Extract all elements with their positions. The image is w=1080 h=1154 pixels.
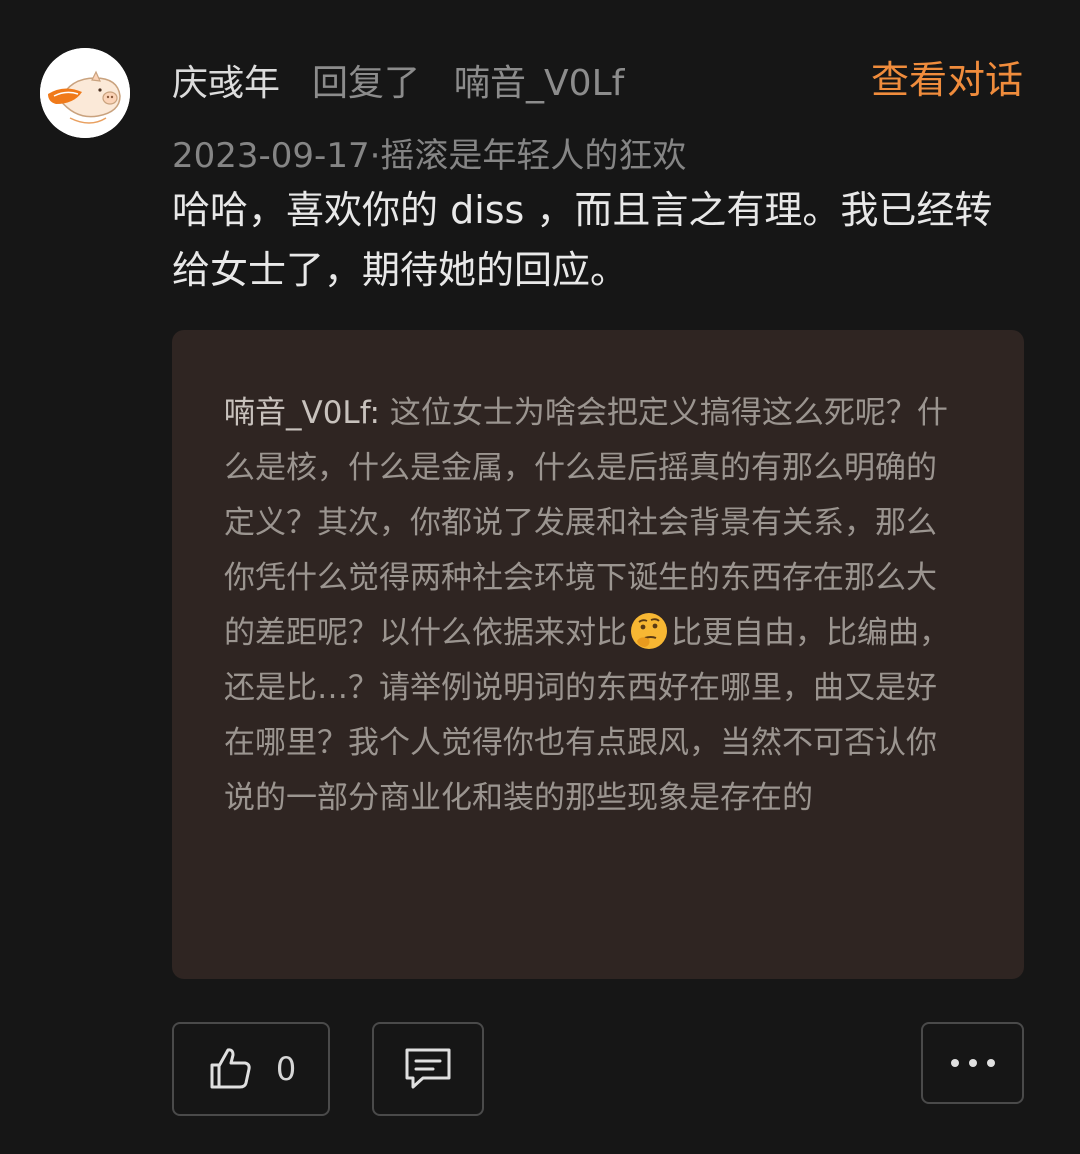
reply-target-username[interactable]: 喃音_V0Lf	[454, 54, 624, 106]
view-conversation-link[interactable]: 查看对话	[871, 52, 1023, 108]
quoted-comment-card[interactable]: 喃音_V0Lf: 这位女士为啥会把定义搞得这么死呢？什么是核，什么是金属，什么是…	[172, 330, 1024, 979]
thinking-face-icon	[629, 611, 669, 651]
like-button[interactable]: 0	[172, 1022, 330, 1116]
comment-header: 庆彧年 回复了 喃音_V0Lf	[172, 52, 624, 108]
quoted-author[interactable]: 喃音_V0Lf:	[224, 395, 380, 431]
comment-meta: 2023-09-17·摇滚是年轻人的狂欢	[172, 136, 687, 176]
quoted-comment-text: 喃音_V0Lf: 这位女士为啥会把定义搞得这么死呢？什么是核，什么是金属，什么是…	[224, 386, 964, 826]
avatar[interactable]	[40, 48, 130, 138]
comment-icon	[403, 1046, 453, 1092]
more-options-button[interactable]	[921, 1022, 1024, 1104]
more-dots-icon	[949, 1057, 997, 1069]
comment-text: 哈哈，喜欢你的 diss ，而且言之有理。我已经转给女士了，期待她的回应。	[172, 188, 993, 292]
thumbs-up-icon	[206, 1045, 254, 1093]
pig-avatar-icon	[40, 48, 130, 138]
username[interactable]: 庆彧年	[172, 54, 280, 106]
reply-label: 回复了	[312, 63, 421, 104]
reply-button[interactable]	[372, 1022, 484, 1116]
like-count: 0	[275, 1050, 297, 1088]
quoted-text-part-1: 这位女士为啥会把定义搞得这么死呢？什么是核，什么是金属，什么是后摇真的有那么明确…	[224, 395, 948, 651]
